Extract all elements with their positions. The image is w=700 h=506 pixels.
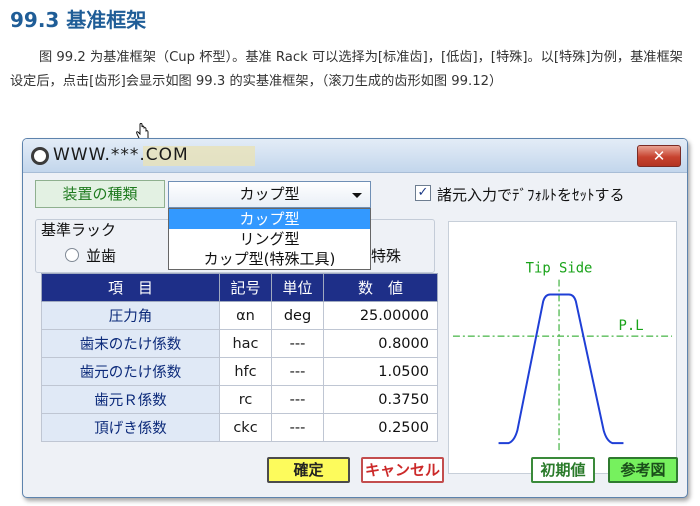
param-symbol: hfc [219,357,272,386]
dropdown-option-ring[interactable]: リング型 [169,229,370,249]
param-name: 歯末のたけ係数 [41,329,220,358]
app-icon [31,147,49,165]
rack-profile-diagram: Tip Side P.L [448,221,677,474]
param-symbol: rc [219,385,272,414]
radio-standard[interactable] [65,248,79,262]
param-name: 圧力角 [41,301,220,330]
chevron-down-icon [352,193,362,198]
param-name: 頂げき係数 [41,413,220,442]
dropdown-option-cup[interactable]: カップ型 [169,209,370,229]
tip-side-label: Tip Side [526,261,593,277]
dropdown-option-cup-special[interactable]: カップ型(特殊工具) [169,249,370,269]
param-unit: deg [271,301,324,330]
watermark-text: WWW.***.COM [53,145,189,165]
default-checkbox-label: 諸元入力でﾃﾞﾌｫﾙﾄをｾｯﾄする [437,186,625,204]
tooth-profile-curve [498,293,624,445]
table-row: 頂げき係数 ckc --- 0.2500 [41,413,438,442]
device-type-dropdown: カップ型 リング型 カップ型(特殊工具) [168,208,371,270]
param-value-input[interactable]: 0.2500 [323,413,438,442]
cancel-button[interactable]: キャンセル [361,457,444,483]
table-row: 歯末のたけ係数 hac --- 0.8000 [41,329,438,358]
reference-figure-button[interactable]: 参考図 [608,457,678,483]
confirm-button[interactable]: 確定 [267,457,350,483]
param-name: 歯元Ｒ係数 [41,385,220,414]
radio-standard-label: 並歯 [86,247,117,265]
header-unit: 単位 [271,273,324,302]
close-button[interactable]: ✕ [637,145,681,167]
param-value-input[interactable]: 1.0500 [323,357,438,386]
param-symbol: hac [219,329,272,358]
pitch-line-label: P.L [619,318,644,334]
param-name: 歯元のたけ係数 [41,357,220,386]
param-unit: --- [271,357,324,386]
default-checkbox[interactable]: ✓ [415,185,431,201]
title-bar[interactable]: WWW.***.COM ✕ [23,139,687,173]
reference-rack-title: 基準ラック [41,221,117,239]
param-unit: --- [271,413,324,442]
rack-settings-dialog: WWW.***.COM ✕ 装置の種類 カップ型 カップ型 リング型 カップ型(… [22,138,688,498]
header-symbol: 記号 [219,273,272,302]
param-unit: --- [271,329,324,358]
device-type-label: 装置の種類 [35,180,165,208]
device-type-value: カップ型 [239,185,300,203]
initial-values-button[interactable]: 初期値 [531,457,595,483]
device-type-select[interactable]: カップ型 [168,181,371,208]
rack-parameter-table: 項 目 記号 単位 数 値 圧力角 αn deg 25.00000 歯末のたけ係… [41,273,438,442]
param-symbol: ckc [219,413,272,442]
header-value: 数 値 [323,273,438,302]
param-value-input[interactable]: 0.3750 [323,385,438,414]
radio-special-label: 特殊 [371,247,402,265]
param-symbol: αn [219,301,272,330]
table-row: 歯元Ｒ係数 rc --- 0.3750 [41,385,438,414]
param-unit: --- [271,385,324,414]
table-row: 圧力角 αn deg 25.00000 [41,301,438,330]
param-value-input[interactable]: 0.8000 [323,329,438,358]
header-item: 項 目 [41,273,220,302]
description-paragraph: 图 99.2 为基准框架（Cup 杯型）。基准 Rack 可以选择为[标准齿]，… [10,50,683,89]
param-value-input[interactable]: 25.00000 [323,301,438,330]
table-row: 歯元のたけ係数 hfc --- 1.0500 [41,357,438,386]
section-heading: 99.3 基准框架 [10,8,147,32]
